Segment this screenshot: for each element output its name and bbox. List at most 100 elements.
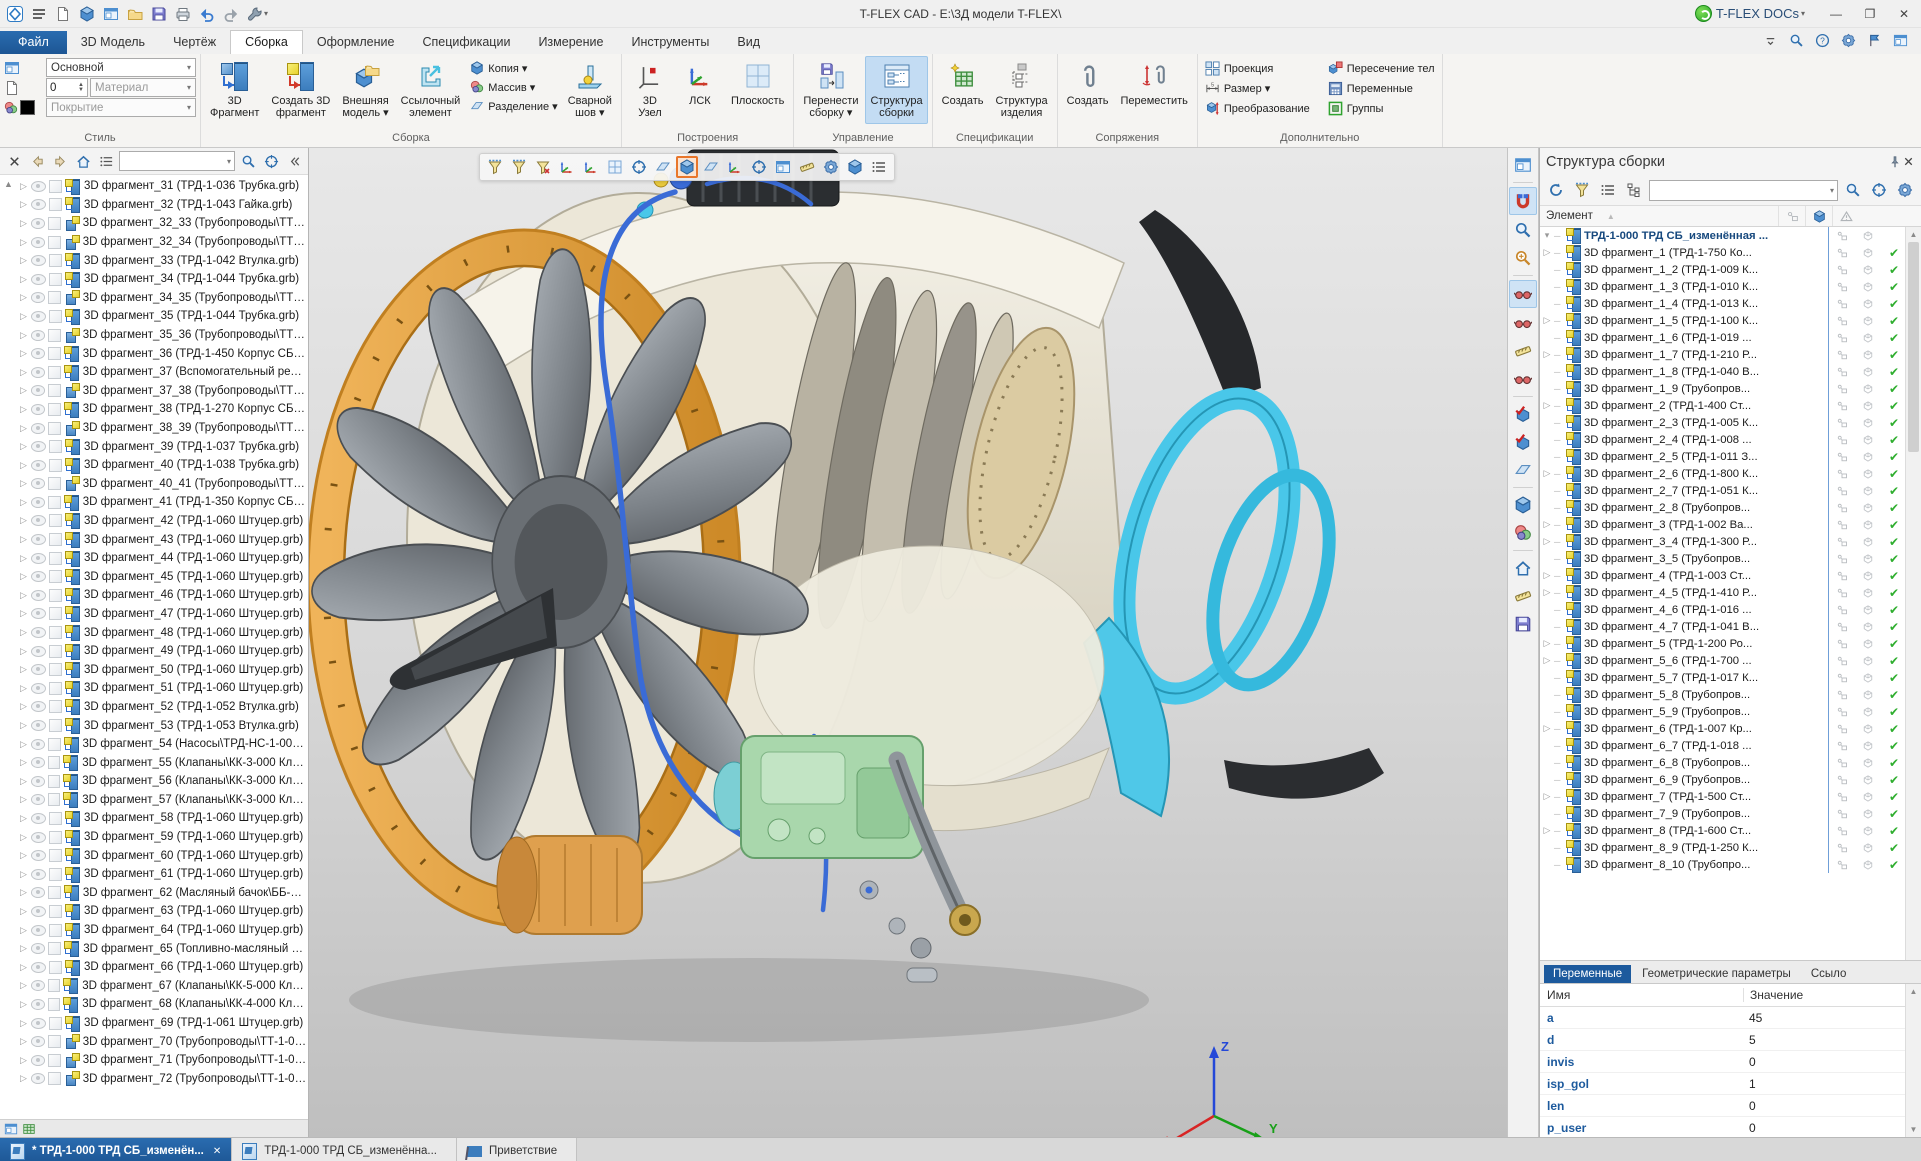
visibility-eye-icon[interactable] [31, 757, 45, 768]
save-icon[interactable] [148, 4, 170, 24]
structure-tree-row[interactable]: ─ 3D фрагмент_4_7 (ТРД-1-041 В... ✔ [1540, 618, 1921, 635]
expand-icon[interactable]: ▷ [20, 869, 28, 880]
object-snap-magnet-icon[interactable] [1509, 187, 1537, 215]
visibility-eye-icon[interactable] [31, 683, 46, 694]
tree-item[interactable]: ▷ 3D фрагмент_54 (Насосы\ТРД-НС-1-000 Б.… [0, 735, 308, 754]
reference-element-button[interactable]: Ссылочный элемент [396, 56, 466, 124]
structure-tree-row[interactable]: ─ 3D фрагмент_6_7 (ТРД-1-018 ... ✔ [1540, 737, 1921, 754]
expand-icon[interactable]: ▷ [1540, 468, 1554, 479]
zoom-window-icon[interactable] [1510, 217, 1536, 243]
expand-icon[interactable]: ▷ [20, 794, 28, 805]
variable-row[interactable]: isp_gol 1 [1540, 1073, 1921, 1095]
tree-item[interactable]: ▷ 3D фрагмент_43 (ТРД-1-060 Штуцер.grb) [0, 530, 308, 549]
ribbon-tab[interactable]: Чертёж [159, 31, 230, 54]
structure-tree-row[interactable]: ─ 3D фрагмент_5_8 (Трубопров... ✔ [1540, 686, 1921, 703]
close-panel-icon[interactable] [1902, 155, 1915, 168]
tree-item[interactable]: ▷ 3D фрагмент_49 (ТРД-1-060 Штуцер.grb) [0, 642, 308, 661]
hide-elements-icon[interactable] [1509, 280, 1537, 308]
ribbon-tab[interactable]: Инструменты [617, 31, 723, 54]
visibility-eye-icon[interactable] [31, 999, 45, 1010]
structure-tree-row[interactable]: ▷ ─ 3D фрагмент_5 (ТРД-1-200 Ро... ✔ [1540, 635, 1921, 652]
search-icon[interactable] [238, 151, 258, 171]
tree-item[interactable]: ▷ 3D фрагмент_32_34 (Трубопроводы\ТТ-1-.… [0, 233, 308, 252]
expand-icon[interactable]: ▷ [1540, 791, 1554, 802]
tflex-docs-button[interactable]: T-FLEX DOCs ▾ [1695, 5, 1805, 22]
selector-face-icon[interactable] [700, 156, 722, 178]
expand-icon[interactable]: ▷ [20, 367, 28, 378]
document-tab[interactable]: * ТРД-1-000 ТРД СБ_изменён... ✕ [0, 1138, 232, 1161]
visibility-eye-icon[interactable] [31, 980, 45, 991]
variables-button[interactable]: Переменные [1325, 80, 1438, 97]
expand-icon[interactable]: ▷ [20, 739, 28, 750]
structure-tree-row[interactable]: ─ 3D фрагмент_1_3 (ТРД-1-010 К... ✔ [1540, 278, 1921, 295]
panel-film-icon[interactable] [22, 1122, 36, 1136]
structure-scrollbar[interactable]: ▲ [1905, 227, 1921, 960]
tree-item[interactable]: ▷ 3D фрагмент_60 (ТРД-1-060 Штуцер.grb) [0, 846, 308, 865]
tree-item[interactable]: ▷ 3D фрагмент_42 (ТРД-1-060 Штуцер.grb) [0, 512, 308, 531]
sep[interactable] [1513, 275, 1533, 276]
visibility-eye-icon[interactable] [31, 237, 46, 248]
tree-item[interactable]: ▷ 3D фрагмент_38_39 (Трубопроводы\ТТ-1-.… [0, 419, 308, 438]
visibility-eye-icon[interactable] [31, 739, 45, 750]
expand-icon[interactable]: ▷ [1540, 638, 1554, 649]
visibility-eye-icon[interactable] [31, 311, 46, 322]
structure-tree-row[interactable]: ─ 3D фрагмент_5_7 (ТРД-1-017 К... ✔ [1540, 669, 1921, 686]
visibility-eye-icon[interactable] [31, 1018, 46, 1029]
structure-tree-row[interactable]: ▷ ─ 3D фрагмент_1_7 (ТРД-1-210 Р... ✔ [1540, 346, 1921, 363]
visibility-eye-icon[interactable] [31, 348, 45, 359]
expand-icon[interactable]: ▷ [20, 850, 28, 861]
show-elements-icon[interactable] [1510, 310, 1536, 336]
selector-edge-icon[interactable] [724, 156, 746, 178]
visibility-eye-icon[interactable] [31, 813, 46, 824]
material-combobox[interactable]: Материал▾ [90, 78, 196, 97]
structure-tree-row[interactable]: ▷ ─ 3D фрагмент_2 (ТРД-1-400 Ст... ✔ [1540, 397, 1921, 414]
tree-item[interactable]: ▷ 3D фрагмент_32_33 (Трубопроводы\ТТ-1-.… [0, 214, 308, 233]
visibility-eye-icon[interactable] [31, 943, 46, 954]
tree-item[interactable]: ▷ 3D фрагмент_41 (ТРД-1-350 Корпус СБ.gr… [0, 493, 308, 512]
tree-item[interactable]: ▷ 3D фрагмент_70 (Трубопроводы\ТТ-1-030.… [0, 1032, 308, 1051]
structure-tree-row[interactable]: ▷ ─ 3D фрагмент_5_6 (ТРД-1-700 ... ✔ [1540, 652, 1921, 669]
body-intersection-button[interactable]: Пересечение тел [1325, 60, 1438, 77]
tree-scroll-up-icon[interactable]: ▲ [4, 179, 13, 189]
expand-icon[interactable]: ▷ [20, 701, 28, 712]
visibility-eye-icon[interactable] [31, 199, 46, 210]
transformation-button[interactable]: Преобразование [1202, 100, 1313, 117]
structure-tree-row[interactable]: ▷ ─ 3D фрагмент_7 (ТРД-1-500 Ст... ✔ [1540, 788, 1921, 805]
windows-layout-icon[interactable] [1893, 33, 1913, 51]
tree-item[interactable]: ▷ 3D фрагмент_35_36 (Трубопроводы\ТТ-1-.… [0, 326, 308, 345]
forward-icon[interactable] [50, 151, 70, 171]
structure-tree-row[interactable]: ─ 3D фрагмент_2_7 (ТРД-1-051 К... ✔ [1540, 482, 1921, 499]
measure-icon[interactable] [796, 156, 818, 178]
product-structure-button[interactable]: Структура изделия [990, 56, 1052, 124]
variables-table-header[interactable]: Имя Значение [1540, 984, 1921, 1007]
expand-icon[interactable]: ▷ [20, 608, 28, 619]
visibility-eye-icon[interactable] [31, 255, 46, 266]
dimensions-view-icon[interactable] [1510, 583, 1536, 609]
3d-node-button[interactable]: 3D Узел [626, 56, 674, 124]
render-mode-icon[interactable] [844, 156, 866, 178]
command-search-icon[interactable] [1789, 33, 1809, 51]
expand-icon[interactable]: ▷ [20, 832, 28, 843]
main-menu-icon[interactable] [28, 4, 50, 24]
workplane-button[interactable]: Плоскость [726, 56, 789, 124]
check-model-icon[interactable] [1510, 401, 1536, 427]
structure-tree-row[interactable]: ─ 3D фрагмент_1_2 (ТРД-1-009 К... ✔ [1540, 261, 1921, 278]
visibility-eye-icon[interactable] [31, 869, 46, 880]
expand-icon[interactable]: ▷ [20, 181, 28, 192]
select-rotate-icon[interactable] [580, 156, 602, 178]
visibility-eye-icon[interactable] [31, 571, 46, 582]
minimize-button[interactable]: — [1819, 2, 1853, 26]
create-mate-button[interactable]: Создать [1062, 56, 1114, 124]
panel-window-icon[interactable] [4, 1122, 18, 1136]
visibility-eye-icon[interactable] [31, 627, 46, 638]
tree-item[interactable]: ▷ 3D фрагмент_64 (ТРД-1-060 Штуцер.grb) [0, 921, 308, 940]
expand-icon[interactable]: ▷ [20, 906, 28, 917]
tree-item[interactable]: ▷ 3D фрагмент_58 (ТРД-1-060 Штуцер.grb) [0, 809, 308, 828]
structure-tree-row[interactable]: ─ 3D фрагмент_4_6 (ТРД-1-016 ... ✔ [1540, 601, 1921, 618]
3d-viewport[interactable]: Z X Y [309, 148, 1507, 1137]
expand-icon[interactable]: ▷ [20, 330, 28, 341]
visibility-eye-icon[interactable] [31, 404, 45, 415]
tree-item[interactable]: ▷ 3D фрагмент_55 (Клапаны\КК-3-000 Клапа… [0, 753, 308, 772]
variable-row[interactable]: p_user 0 [1540, 1117, 1921, 1137]
visibility-eye-icon[interactable] [31, 794, 45, 805]
